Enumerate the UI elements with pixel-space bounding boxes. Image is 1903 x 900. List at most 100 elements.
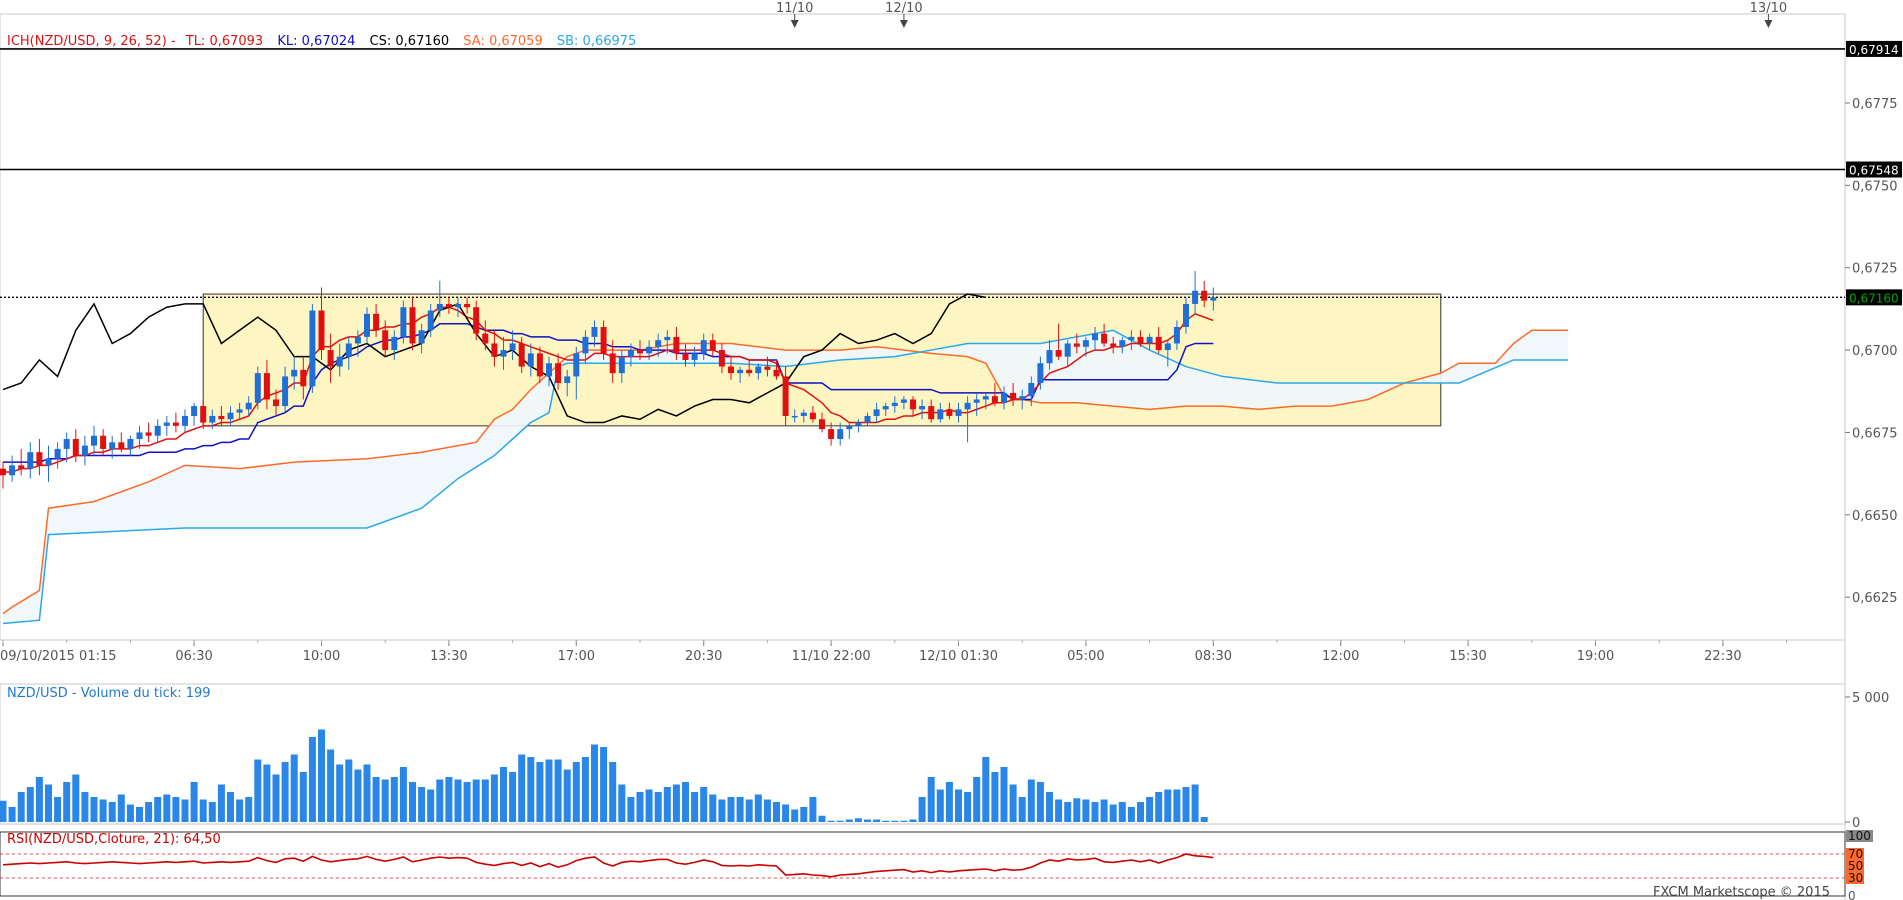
volume-bar (227, 792, 234, 822)
candle-body (764, 366, 771, 370)
candle-body (391, 336, 398, 351)
volume-bar (945, 782, 953, 822)
volume-bar (581, 757, 589, 822)
candle-body (755, 366, 762, 374)
volume-bar (1091, 802, 1099, 822)
time-tick-label: 10:00 (303, 649, 340, 664)
candle-body (1037, 363, 1044, 384)
volume-bar (1073, 798, 1081, 822)
volume-bar (1055, 799, 1063, 822)
candle-body (718, 350, 725, 367)
candle-body (982, 396, 989, 400)
volume-bar (809, 797, 817, 822)
candle-body (1046, 350, 1053, 364)
volume-bar (864, 819, 871, 822)
candle-body (118, 442, 125, 449)
volume-bar (591, 744, 598, 822)
volume-bar (1027, 779, 1035, 822)
candle-body (91, 435, 97, 446)
volume-bar (217, 784, 225, 822)
volume-bar (154, 797, 162, 822)
candle-body (564, 376, 571, 384)
candle-body (0, 468, 6, 476)
candle-body (354, 336, 361, 344)
candle-body (664, 336, 671, 341)
top-marker-label: 11/10 (776, 1, 813, 16)
volume-bar (0, 800, 7, 822)
candle-body (709, 340, 716, 351)
price-tick-label: 0,6650 (1852, 509, 1898, 524)
volume-bar (463, 782, 471, 822)
candle-body (36, 452, 43, 466)
volume-bar (108, 802, 116, 822)
volume-tick-label: 5 000 (1852, 691, 1889, 706)
volume-bar (363, 764, 371, 822)
volume-bar (199, 799, 207, 822)
candle-body (1092, 333, 1098, 341)
candle-body (145, 432, 152, 436)
volume-bar (345, 759, 353, 822)
candle-body (700, 340, 707, 354)
level-price-label: 0,67548 (1849, 164, 1899, 178)
volume-bar (263, 764, 271, 822)
candle-body (336, 356, 343, 367)
volume-bar (372, 777, 380, 822)
volume-bar (918, 797, 926, 822)
time-tick-label: 22:30 (1704, 649, 1741, 664)
candle-body (345, 343, 352, 357)
volume-bar (336, 764, 344, 822)
candle-body (1192, 290, 1199, 304)
candle-body (1137, 336, 1144, 344)
current-price-label: 0,67160 (1849, 291, 1899, 305)
volume-bar (736, 797, 744, 822)
volume-bar (682, 782, 689, 822)
candle-body (1128, 336, 1135, 341)
candle-body (127, 439, 134, 449)
time-tick-label: 12:00 (1322, 649, 1359, 664)
candle-body (691, 353, 698, 360)
candle-body (855, 422, 862, 426)
rsi-panel-frame (0, 831, 1846, 897)
legend-cs: CS: 0,67160 (370, 34, 450, 49)
candle-body (618, 356, 625, 374)
volume-bar (791, 809, 799, 822)
volume-bar (991, 772, 999, 822)
volume-bar (1155, 792, 1163, 822)
volume-bar (454, 779, 462, 822)
candle-body (400, 307, 407, 337)
candle-body (1183, 303, 1189, 327)
volume-bar (1200, 817, 1208, 822)
volume-bar (99, 799, 107, 822)
candle-body (163, 422, 170, 426)
volume-bar (563, 769, 571, 822)
candle-body (673, 336, 680, 354)
volume-bar (773, 802, 780, 822)
volume-bar (1127, 807, 1135, 822)
volume-bar (1046, 792, 1053, 822)
volume-bar (136, 807, 143, 822)
candle-body (600, 327, 607, 354)
volume-bar (645, 789, 653, 822)
volume-bar (490, 774, 498, 822)
time-tick-label: 09/10/2015 01:15 (0, 649, 117, 664)
volume-bar (126, 804, 134, 822)
volume-bar (700, 787, 708, 822)
volume-legend: NZD/USD - Volume du tick: 199 (7, 686, 211, 701)
candle-body (791, 415, 798, 418)
volume-bar (609, 762, 617, 822)
candle-body (300, 369, 307, 387)
candle-body (1010, 392, 1017, 400)
volume-bar (172, 797, 180, 822)
candle-body (72, 439, 79, 456)
candle-body (728, 366, 734, 374)
candle-body (154, 425, 161, 436)
volume-bar (909, 819, 917, 822)
rsi-legend: RSI(NZD/USD,Cloture, 21): 64,50 (7, 832, 221, 847)
volume-bar (763, 799, 771, 822)
candle-body (318, 310, 325, 351)
rsi-tick-label: 100 (1848, 829, 1871, 843)
candle-body (27, 452, 34, 469)
volume-bar (290, 754, 298, 822)
volume-bar (600, 747, 608, 822)
candle-body (973, 399, 980, 403)
